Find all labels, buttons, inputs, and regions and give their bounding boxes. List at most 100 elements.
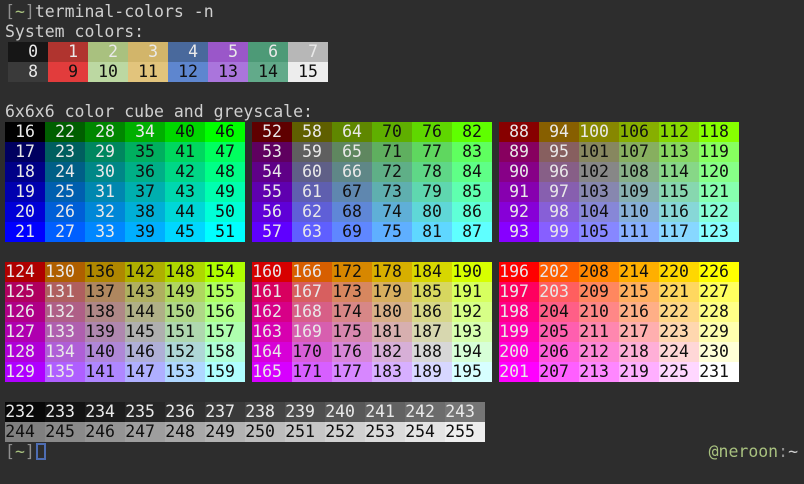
color-cell-144: 144 <box>125 302 165 322</box>
color-cell-204: 204 <box>539 302 579 322</box>
color-cell-131: 131 <box>45 282 85 302</box>
color-cell-123: 123 <box>699 222 739 242</box>
cube-block-row: 192531374349 <box>5 182 245 202</box>
color-cell-114: 114 <box>659 162 699 182</box>
cube-block-row: 8995101107113119 <box>499 142 739 162</box>
color-cell-236: 236 <box>165 402 205 422</box>
color-cell-203: 203 <box>539 282 579 302</box>
color-cell-83: 83 <box>452 142 492 162</box>
color-cell-50: 50 <box>205 202 245 222</box>
cube-block-row: 556167737985 <box>252 182 492 202</box>
cube-block-row: 162228344046 <box>5 122 245 142</box>
color-cell-184: 184 <box>412 262 452 282</box>
color-cell-80: 80 <box>412 202 452 222</box>
color-cell-43: 43 <box>165 182 205 202</box>
cube-block-2: 8894100106112118899510110711311990961021… <box>499 122 739 242</box>
terminal-cursor <box>36 443 46 460</box>
color-cell-58: 58 <box>292 122 332 142</box>
color-cell-226: 226 <box>699 262 739 282</box>
color-cell-167: 167 <box>292 282 332 302</box>
color-cell-0: 0 <box>8 42 48 62</box>
color-cell-2: 2 <box>88 42 128 62</box>
color-cell-88: 88 <box>499 122 539 142</box>
color-cell-215: 215 <box>619 282 659 302</box>
system-colors-row-bright: 89101112131415 <box>8 62 804 82</box>
color-cell-105: 105 <box>579 222 619 242</box>
color-cell-92: 92 <box>499 202 539 222</box>
color-cell-74: 74 <box>372 202 412 222</box>
color-cell-229: 229 <box>699 322 739 342</box>
color-cell-189: 189 <box>412 362 452 382</box>
color-cell-185: 185 <box>412 282 452 302</box>
cube-block-row: 566268748086 <box>252 202 492 222</box>
color-cell-26: 26 <box>45 202 85 222</box>
color-cell-128: 128 <box>5 342 45 362</box>
color-cell-68: 68 <box>332 202 372 222</box>
right-prompt: @neroon:~ <box>709 442 798 462</box>
color-cell-85: 85 <box>452 182 492 202</box>
command-text: terminal-colors -n <box>35 2 214 21</box>
color-cell-1: 1 <box>48 42 88 62</box>
color-cell-103: 103 <box>579 182 619 202</box>
cube-block-row: 125131137143149155 <box>5 282 245 302</box>
color-cell-65: 65 <box>332 142 372 162</box>
color-cell-191: 191 <box>452 282 492 302</box>
color-cell-98: 98 <box>539 202 579 222</box>
color-cell-118: 118 <box>699 122 739 142</box>
color-cell-159: 159 <box>205 362 245 382</box>
color-cell-249: 249 <box>205 422 245 442</box>
color-cell-198: 198 <box>499 302 539 322</box>
color-cell-122: 122 <box>699 202 739 222</box>
color-cell-232: 232 <box>5 402 45 422</box>
color-cell-60: 60 <box>292 162 332 182</box>
color-cell-53: 53 <box>252 142 292 162</box>
system-colors-heading: System colors: <box>5 22 804 42</box>
color-cell-139: 139 <box>85 322 125 342</box>
color-cell-66: 66 <box>332 162 372 182</box>
cube-block-row: 525864707682 <box>252 122 492 142</box>
cube-block-row: 182430364248 <box>5 162 245 182</box>
color-cell-211: 211 <box>579 322 619 342</box>
color-cell-69: 69 <box>332 222 372 242</box>
color-cell-93: 93 <box>499 222 539 242</box>
color-cell-251: 251 <box>285 422 325 442</box>
color-cell-87: 87 <box>452 222 492 242</box>
color-cell-252: 252 <box>325 422 365 442</box>
color-cell-109: 109 <box>619 182 659 202</box>
color-cell-190: 190 <box>452 262 492 282</box>
color-cell-173: 173 <box>332 282 372 302</box>
color-cell-44: 44 <box>165 202 205 222</box>
color-cell-162: 162 <box>252 302 292 322</box>
cube-block-row: 161167173179185191 <box>252 282 492 302</box>
color-cell-230: 230 <box>699 342 739 362</box>
greyscale-row-light: 244245246247248249250251252253254255 <box>5 422 804 442</box>
prompt-bracket-open: [ <box>5 442 15 461</box>
color-cell-239: 239 <box>285 402 325 422</box>
color-cell-186: 186 <box>412 302 452 322</box>
cube-block-row: 212733394551 <box>5 222 245 242</box>
color-cell-193: 193 <box>452 322 492 342</box>
color-cell-127: 127 <box>5 322 45 342</box>
color-cell-152: 152 <box>165 342 205 362</box>
color-cell-238: 238 <box>245 402 285 422</box>
color-cell-84: 84 <box>452 162 492 182</box>
color-cell-210: 210 <box>579 302 619 322</box>
color-cell-172: 172 <box>332 262 372 282</box>
cube-block-row: 201207213219225231 <box>499 362 739 382</box>
cube-block-row: 202632384450 <box>5 202 245 222</box>
color-cell-156: 156 <box>205 302 245 322</box>
color-cell-231: 231 <box>699 362 739 382</box>
terminal-window[interactable]: [~]terminal-colors -n System colors: 012… <box>0 0 804 484</box>
color-cell-181: 181 <box>372 322 412 342</box>
color-cell-116: 116 <box>659 202 699 222</box>
color-cell-45: 45 <box>165 222 205 242</box>
color-cell-41: 41 <box>165 142 205 162</box>
color-cell-49: 49 <box>205 182 245 202</box>
greyscale-row-dark: 232233234235236237238239240241242243 <box>5 402 804 422</box>
color-cell-145: 145 <box>125 322 165 342</box>
color-cell-149: 149 <box>165 282 205 302</box>
color-cell-55: 55 <box>252 182 292 202</box>
cube-block-row: 197203209215221227 <box>499 282 739 302</box>
color-cell-250: 250 <box>245 422 285 442</box>
color-cell-75: 75 <box>372 222 412 242</box>
